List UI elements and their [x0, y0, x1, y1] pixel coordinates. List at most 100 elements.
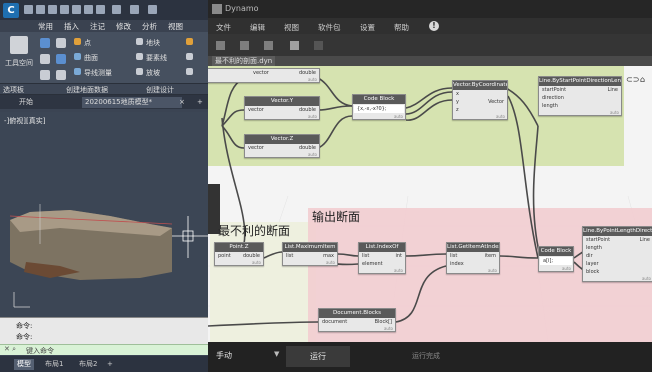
viewport-controls[interactable]: -]俯视][真实]: [4, 116, 45, 126]
dynamo-titlebar: Dynamo: [208, 0, 652, 18]
ribbon-tab-analyze[interactable]: 分析: [142, 21, 157, 32]
open-file-icon[interactable]: [240, 41, 249, 50]
notification-icon[interactable]: !: [429, 21, 439, 31]
surface-button[interactable]: 曲面: [84, 53, 98, 63]
print-icon[interactable]: [60, 5, 69, 14]
tool-icon-5[interactable]: [40, 70, 50, 80]
node-list-get-item-at-index[interactable]: List.GetItemAtIndex list index item auto: [446, 242, 500, 274]
tool-icon-1[interactable]: [40, 38, 50, 48]
save-icon[interactable]: [36, 5, 45, 14]
point-icon[interactable]: [74, 38, 81, 45]
save-as-icon[interactable]: [48, 5, 57, 14]
geometry-view-icon[interactable]: ⌂: [640, 75, 645, 84]
menu-view[interactable]: 视图: [284, 22, 299, 33]
ribbon-tab-home[interactable]: 常用: [38, 21, 53, 32]
tool-icon-2[interactable]: [56, 38, 66, 48]
surface-icon[interactable]: [74, 53, 81, 60]
command-history-line: 命令:: [16, 322, 33, 330]
undo-icon[interactable]: [112, 5, 121, 14]
node-footer: auto: [383, 326, 393, 331]
node-document-blocks[interactable]: Document.Blocks document Block[] auto: [318, 308, 396, 332]
point-button[interactable]: 点: [84, 38, 91, 48]
node-code-block-1[interactable]: Code Block {x,-x,-x?0}; auto: [352, 94, 406, 120]
run-button[interactable]: 运行: [286, 346, 350, 367]
panel-palettes[interactable]: 选项板: [3, 85, 24, 95]
traverse-button[interactable]: 导线测量: [84, 68, 112, 78]
node-code-block-2[interactable]: Code Block a[i]; auto: [538, 246, 574, 272]
grading-button[interactable]: 放坡: [146, 68, 160, 78]
misc-icon-2[interactable]: [186, 53, 193, 60]
menu-edit[interactable]: 编辑: [250, 22, 265, 33]
node-vector-y[interactable]: Vector.Y vector double auto: [244, 96, 320, 120]
tab-add-icon[interactable]: +: [194, 97, 206, 108]
cad-model-space[interactable]: [0, 112, 208, 317]
menu-packages[interactable]: 软件包: [318, 22, 341, 33]
code-block-editor[interactable]: a[i];: [540, 257, 572, 265]
tab-layout1[interactable]: 布局1: [42, 359, 66, 370]
panel-create-design[interactable]: 创建设计: [146, 85, 174, 95]
ribbon-tab-annotate[interactable]: 注记: [90, 21, 105, 32]
node-output: Line: [639, 237, 650, 243]
node-vector-z[interactable]: Vector.Z vector double auto: [244, 134, 320, 158]
command-history: 命令: 命令:: [0, 317, 208, 344]
web-icon[interactable]: [72, 5, 81, 14]
undo-icon[interactable]: [290, 41, 299, 50]
chevron-down-icon[interactable]: ▼: [274, 350, 279, 358]
tool-icon-4[interactable]: [56, 54, 66, 64]
misc-icon-1[interactable]: [186, 38, 193, 45]
ribbon-tab-view[interactable]: 视图: [168, 21, 183, 32]
ribbon-tab-modify[interactable]: 修改: [116, 21, 131, 32]
redo-icon[interactable]: [314, 41, 323, 50]
node-input: x: [456, 91, 459, 97]
tool-icon-3[interactable]: [40, 54, 50, 64]
node-title: Code Block: [539, 247, 573, 256]
node-list-maximum-item[interactable]: List.MaximumItem list max auto: [282, 242, 338, 266]
menu-file[interactable]: 文件: [216, 22, 231, 33]
ribbon-tab-insert[interactable]: 插入: [64, 21, 79, 32]
tab-drawing[interactable]: 20200615地质模型*: [82, 97, 182, 108]
command-line[interactable]: ✕ ⌕ 键入命令: [0, 344, 208, 355]
node-line-by-point-length-direction[interactable]: Line.ByPointLengthDirection startPoint l…: [582, 226, 652, 282]
redo-icon[interactable]: [130, 5, 139, 14]
node-list-index-of[interactable]: List.IndexOf list element int auto: [358, 242, 406, 274]
cad-logo[interactable]: C: [3, 3, 19, 18]
node-title: List.MaximumItem: [283, 243, 337, 252]
toolspace-icon[interactable]: [10, 36, 28, 54]
more-icon[interactable]: [148, 5, 157, 14]
dynamo-canvas[interactable]: ⊂⊃ ⌂ 最不利的断面 输出断面 vector double auto Vect…: [208, 66, 652, 342]
tab-add-layout[interactable]: +: [104, 359, 116, 370]
menu-settings[interactable]: 设置: [360, 22, 375, 33]
code-block-editor[interactable]: {x,-x,-x?0};: [354, 105, 404, 113]
traverse-icon[interactable]: [74, 68, 81, 75]
parcel-button[interactable]: 地块: [146, 38, 160, 48]
node-vector-top[interactable]: vector double auto: [208, 68, 320, 83]
settings-icon[interactable]: [96, 5, 105, 14]
new-file-icon[interactable]: [216, 41, 225, 50]
preview-toggle-icon[interactable]: ⊂⊃: [626, 75, 639, 84]
node-line-by-start-point-direction-length[interactable]: Line.ByStartPointDirectionLength startPo…: [538, 76, 622, 116]
panel-create-ground-data[interactable]: 创建地面数据: [66, 85, 108, 95]
run-mode-dropdown[interactable]: 手动: [216, 350, 232, 361]
grading-icon[interactable]: [136, 68, 143, 75]
node-title: Vector.Z: [245, 135, 319, 144]
save-file-icon[interactable]: [264, 41, 273, 50]
tab-close-icon[interactable]: ×: [176, 97, 188, 108]
tool-icon-6[interactable]: [56, 70, 66, 80]
misc-icon-3[interactable]: [186, 68, 193, 75]
menu-help[interactable]: 帮助: [394, 22, 409, 33]
feature-line-icon[interactable]: [136, 53, 143, 60]
open-icon[interactable]: [24, 5, 33, 14]
tab-layout2[interactable]: 布局2: [76, 359, 100, 370]
node-point-z[interactable]: Point.Z point double auto: [214, 242, 264, 266]
command-input[interactable]: 键入命令: [26, 346, 54, 356]
parcel-icon[interactable]: [136, 38, 143, 45]
feature-line-button[interactable]: 要素线: [146, 53, 167, 63]
tab-start[interactable]: 开始: [16, 97, 36, 108]
cad-ribbon: 工具空间 点 曲面 地块 要素线 放坡 导线测量: [0, 32, 208, 84]
node-input: element: [362, 261, 383, 267]
file-tab[interactable]: 最不利的剖面.dyn: [212, 56, 276, 66]
tab-model[interactable]: 模型: [14, 359, 34, 370]
node-vector-by-coordinates[interactable]: Vector.ByCoordinates x y z Vector auto: [452, 80, 508, 120]
layers-icon[interactable]: [84, 5, 93, 14]
node-title: Document.Blocks: [319, 309, 395, 318]
